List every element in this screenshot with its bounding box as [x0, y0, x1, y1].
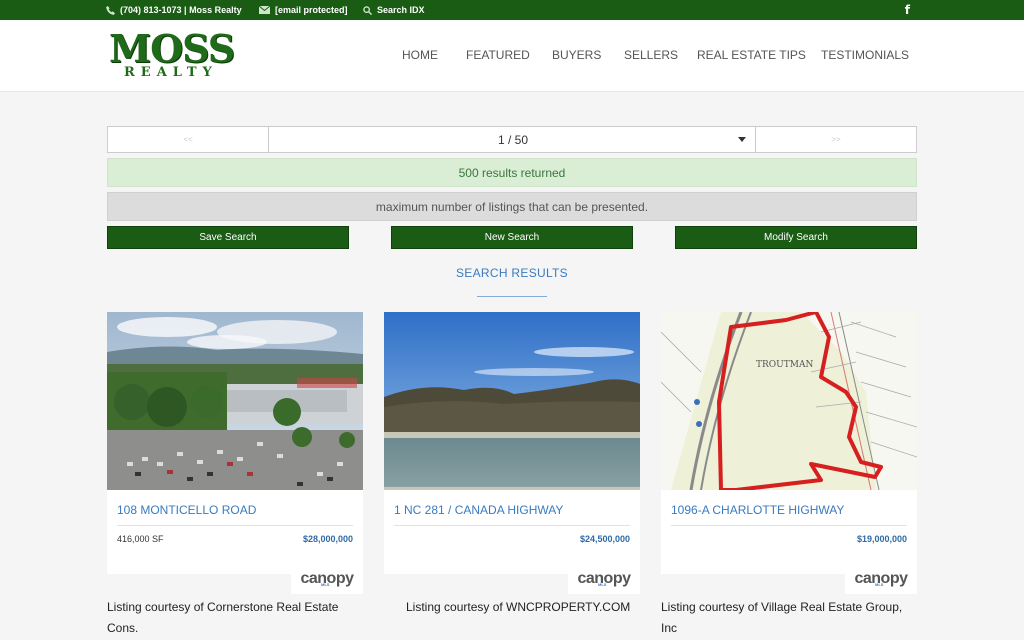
- envelope-icon: [259, 6, 270, 14]
- canopy-mls-logo: canopy MLS: [845, 564, 917, 594]
- facebook-icon[interactable]: f: [905, 0, 910, 20]
- nav-testimonials[interactable]: TESTIMONIALS: [821, 48, 909, 62]
- new-search-button[interactable]: New Search: [391, 226, 633, 249]
- results-count-alert: 500 results returned: [107, 158, 917, 187]
- pagination: << 1 / 50 >>: [107, 126, 917, 153]
- nav-buyers[interactable]: BUYERS: [552, 48, 601, 62]
- divider: [117, 525, 353, 526]
- canopy-mls-sub: MLS: [321, 582, 330, 587]
- phone-icon: [106, 5, 115, 15]
- phone-contact[interactable]: (704) 813-1073 | Moss Realty: [106, 0, 242, 20]
- heading-underline: [477, 296, 547, 297]
- nav-home[interactable]: HOME: [402, 48, 438, 62]
- search-icon: [363, 5, 372, 15]
- listing-courtesy: Listing courtesy of WNCPROPERTY.COM: [406, 600, 631, 614]
- canopy-mls-logo: canopy MLS: [291, 564, 363, 594]
- moss-realty-logo[interactable]: MOSS REALTY: [109, 26, 239, 82]
- listing-info: 1 NC 281 / CANADA HIGHWAY $24,500,000: [384, 490, 640, 574]
- listing-photo-lake[interactable]: [384, 312, 640, 490]
- listing-address[interactable]: 108 MONTICELLO ROAD: [117, 503, 256, 517]
- caret-down-icon: [738, 137, 746, 142]
- page-select[interactable]: 1 / 50: [270, 127, 756, 152]
- listing-photo-aerial-office[interactable]: [107, 312, 363, 490]
- nav-real-estate-tips[interactable]: REAL ESTATE TIPS: [697, 48, 806, 62]
- listing-info: 1096-A CHARLOTTE HIGHWAY $19,000,000: [661, 490, 917, 574]
- listing-address[interactable]: 1 NC 281 / CANADA HIGHWAY: [394, 503, 563, 517]
- max-listings-notice: maximum number of listings that can be p…: [107, 192, 917, 221]
- map-town-label: TROUTMAN: [756, 360, 813, 370]
- top-bar: (704) 813-1073 | Moss Realty [email prot…: [0, 0, 1024, 20]
- next-page-button[interactable]: >>: [755, 127, 916, 152]
- page-select-value: 1 / 50: [497, 132, 529, 147]
- phone-text: (704) 813-1073 | Moss Realty: [120, 5, 242, 15]
- listing-courtesy: Listing courtesy of Cornerstone Real Est…: [107, 600, 339, 635]
- email-contact[interactable]: [email protected]: [259, 0, 348, 20]
- listing-info: 108 MONTICELLO ROAD 416,000 SF $28,000,0…: [107, 490, 363, 574]
- search-results-heading: SEARCH RESULTS: [455, 266, 568, 280]
- save-search-button[interactable]: Save Search: [107, 226, 349, 249]
- canopy-mls-logo: canopy MLS: [568, 564, 640, 594]
- prev-page-button[interactable]: <<: [108, 127, 269, 152]
- modify-search-button[interactable]: Modify Search: [675, 226, 917, 249]
- listing-price: $28,000,000: [302, 534, 353, 544]
- nav-featured[interactable]: FEATURED: [466, 48, 530, 62]
- search-idx-link[interactable]: Search IDX: [363, 0, 425, 20]
- search-idx-text: Search IDX: [377, 5, 425, 15]
- listing-photo-parcel-map[interactable]: TROUTMAN: [661, 312, 917, 490]
- listing-price: $24,500,000: [579, 534, 630, 544]
- site-header: MOSS REALTY HOME FEATURED BUYERS SELLERS…: [0, 20, 1024, 92]
- canopy-mls-sub: MLS: [875, 582, 884, 587]
- listing-size: 416,000 SF: [117, 534, 164, 544]
- listing-price: $19,000,000: [856, 534, 907, 544]
- email-text: [email protected]: [275, 5, 348, 15]
- divider: [671, 525, 907, 526]
- logo-realty: REALTY: [124, 65, 218, 80]
- divider: [394, 525, 630, 526]
- listing-address[interactable]: 1096-A CHARLOTTE HIGHWAY: [671, 503, 844, 517]
- canopy-mls-sub: MLS: [598, 582, 607, 587]
- nav-sellers[interactable]: SELLERS: [624, 48, 678, 62]
- listing-courtesy: Listing courtesy of Village Real Estate …: [661, 600, 903, 635]
